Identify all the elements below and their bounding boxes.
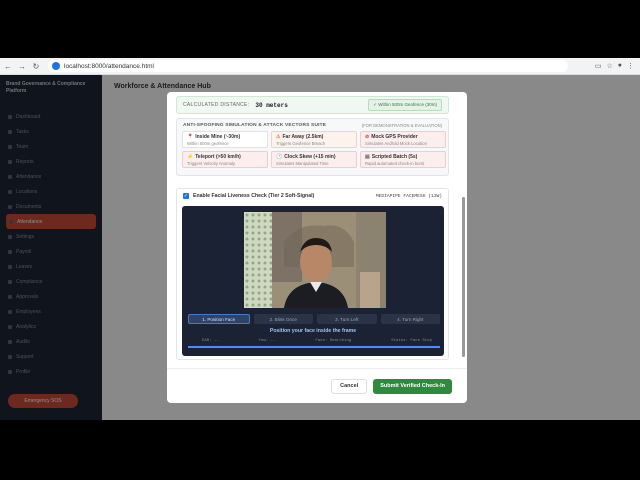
distance-label: CALCULATED DISTANCE:	[183, 102, 250, 108]
vector-subtitle: Rapid automated check-in burst	[365, 161, 425, 166]
vector-subtitle: Triggers Velocity Anomaly	[187, 161, 236, 166]
suite-title: ANTI-SPOOFING SIMULATION & ATTACK VECTOR…	[183, 122, 327, 128]
vector-title: Inside Mine (~30m)	[195, 134, 241, 140]
vector-subtitle: Triggers Geofence Breach	[276, 141, 325, 146]
step-turn-right: 4. Turn Right	[380, 314, 440, 324]
back-icon[interactable]: ←	[2, 60, 14, 72]
cast-icon[interactable]: ▭	[595, 62, 602, 70]
geofence-badge: ✓ Within 500m Geofence (30m)	[368, 99, 442, 111]
menu-icon[interactable]: ⋮	[627, 62, 634, 70]
vector-subtitle: Simulates Android Mock Location	[365, 141, 427, 146]
bolt-icon: ⚡	[187, 154, 194, 160]
step-turn-left: 3. Turn Left	[317, 314, 377, 324]
vector-far-away-button[interactable]: ⚠ Far Away (2.5km) Triggers Geofence Brea…	[271, 131, 357, 148]
suite-header: ANTI-SPOOFING SIMULATION & ATTACK VECTOR…	[177, 119, 448, 131]
liveness-checkbox[interactable]: ✓	[183, 193, 189, 199]
submit-checkin-button[interactable]: Submit Verified Check-In	[373, 378, 452, 394]
camera-feed	[244, 212, 386, 308]
liveness-model: MEDIAPIPE FACEMESH (13W)	[375, 193, 442, 199]
distance-panel: CALCULATED DISTANCE: 30 meters ✓ Within …	[176, 96, 449, 114]
clock-icon: 🕐	[276, 154, 283, 160]
reload-icon[interactable]: ↻	[30, 60, 42, 72]
cancel-button[interactable]: Cancel	[331, 378, 368, 394]
vector-title: Clock Skew (+15 min)	[284, 154, 336, 160]
telemetry-yaw: Yaw: --	[258, 339, 276, 343]
url-text: localhost:8000/attendance.html	[64, 62, 154, 70]
liveness-prompt: Position your face inside the frame	[269, 328, 357, 334]
vector-title: Mock GPS Provider	[371, 134, 418, 140]
liveness-steps: 1. Position Face 2. Blink Once 3. Turn L…	[188, 314, 440, 324]
vector-title: Teleport (>50 km/h)	[195, 154, 241, 160]
liveness-panel: ✓ Enable Facial Liveness Check (Tier 2 S…	[176, 188, 449, 360]
telemetry-ear: EAR: --	[202, 339, 219, 343]
liveness-telemetry: EAR: -- Yaw: -- Face: Searching Status: …	[202, 339, 432, 343]
browser-actions: ▭ ☆ ● ⋮	[595, 62, 640, 70]
liveness-progress-fill	[188, 346, 440, 348]
vector-subtitle: Simulates Manipulated Time	[276, 161, 329, 166]
profile-icon[interactable]: ●	[618, 62, 622, 70]
checkin-modal: CALCULATED DISTANCE: 30 meters ✓ Within …	[167, 92, 467, 403]
vector-title: Scripted Batch (5s)	[371, 154, 418, 160]
url-field[interactable]: localhost:8000/attendance.html	[48, 60, 568, 72]
site-info-icon[interactable]	[52, 62, 60, 70]
step-position-face: 1. Position Face	[188, 314, 250, 324]
modal-scrollbar[interactable]	[462, 197, 465, 357]
step-blink-once: 2. Blink Once	[253, 314, 313, 324]
liveness-progress	[188, 346, 440, 348]
modal-body: CALCULATED DISTANCE: 30 meters ✓ Within …	[167, 92, 459, 368]
address-bar-row: ← → ↻ localhost:8000/attendance.html ▭ ☆…	[0, 58, 640, 75]
block-icon: ⊘	[365, 134, 370, 140]
vector-scripted-batch-button[interactable]: ▤ Scripted Batch (5s) Rapid automated che…	[360, 151, 446, 168]
pin-icon: 📍	[187, 134, 194, 140]
liveness-label: Enable Facial Liveness Check (Tier 2 Sof…	[193, 193, 315, 199]
vector-clock-skew-button[interactable]: 🕐 Clock Skew (+15 min) Simulates Manipula…	[271, 151, 357, 168]
warning-icon: ⚠	[276, 134, 281, 140]
star-icon[interactable]: ☆	[606, 62, 612, 70]
suite-note: (FOR DEMONSTRATION & EVALUATION)	[361, 122, 442, 128]
vector-subtitle: Within 500m geofence	[187, 141, 229, 146]
vector-mock-gps-button[interactable]: ⊘ Mock GPS Provider Simulates Android Moc…	[360, 131, 446, 148]
script-icon: ▤	[365, 154, 370, 160]
vector-inside-mine-button[interactable]: 📍 Inside Mine (~30m) Within 500m geofence	[182, 131, 268, 148]
attack-vector-suite: ANTI-SPOOFING SIMULATION & ATTACK VECTOR…	[176, 118, 449, 176]
distance-value: 30 meters	[255, 101, 288, 109]
liveness-header: ✓ Enable Facial Liveness Check (Tier 2 S…	[177, 189, 448, 203]
telemetry-face: Face: Searching	[315, 339, 352, 343]
vector-grid: 📍 Inside Mine (~30m) Within 500m geofence…	[177, 131, 448, 168]
camera-feed-image	[244, 212, 386, 308]
camera-panel: 1. Position Face 2. Blink Once 3. Turn L…	[182, 206, 444, 356]
vector-teleport-button[interactable]: ⚡ Teleport (>50 km/h) Triggers Velocity A…	[182, 151, 268, 168]
vector-title: Far Away (2.5km)	[282, 134, 324, 140]
modal-footer: Cancel Submit Verified Check-In	[167, 368, 467, 403]
telemetry-status: Status: Face Stop	[391, 339, 432, 343]
forward-icon[interactable]: →	[16, 60, 28, 72]
